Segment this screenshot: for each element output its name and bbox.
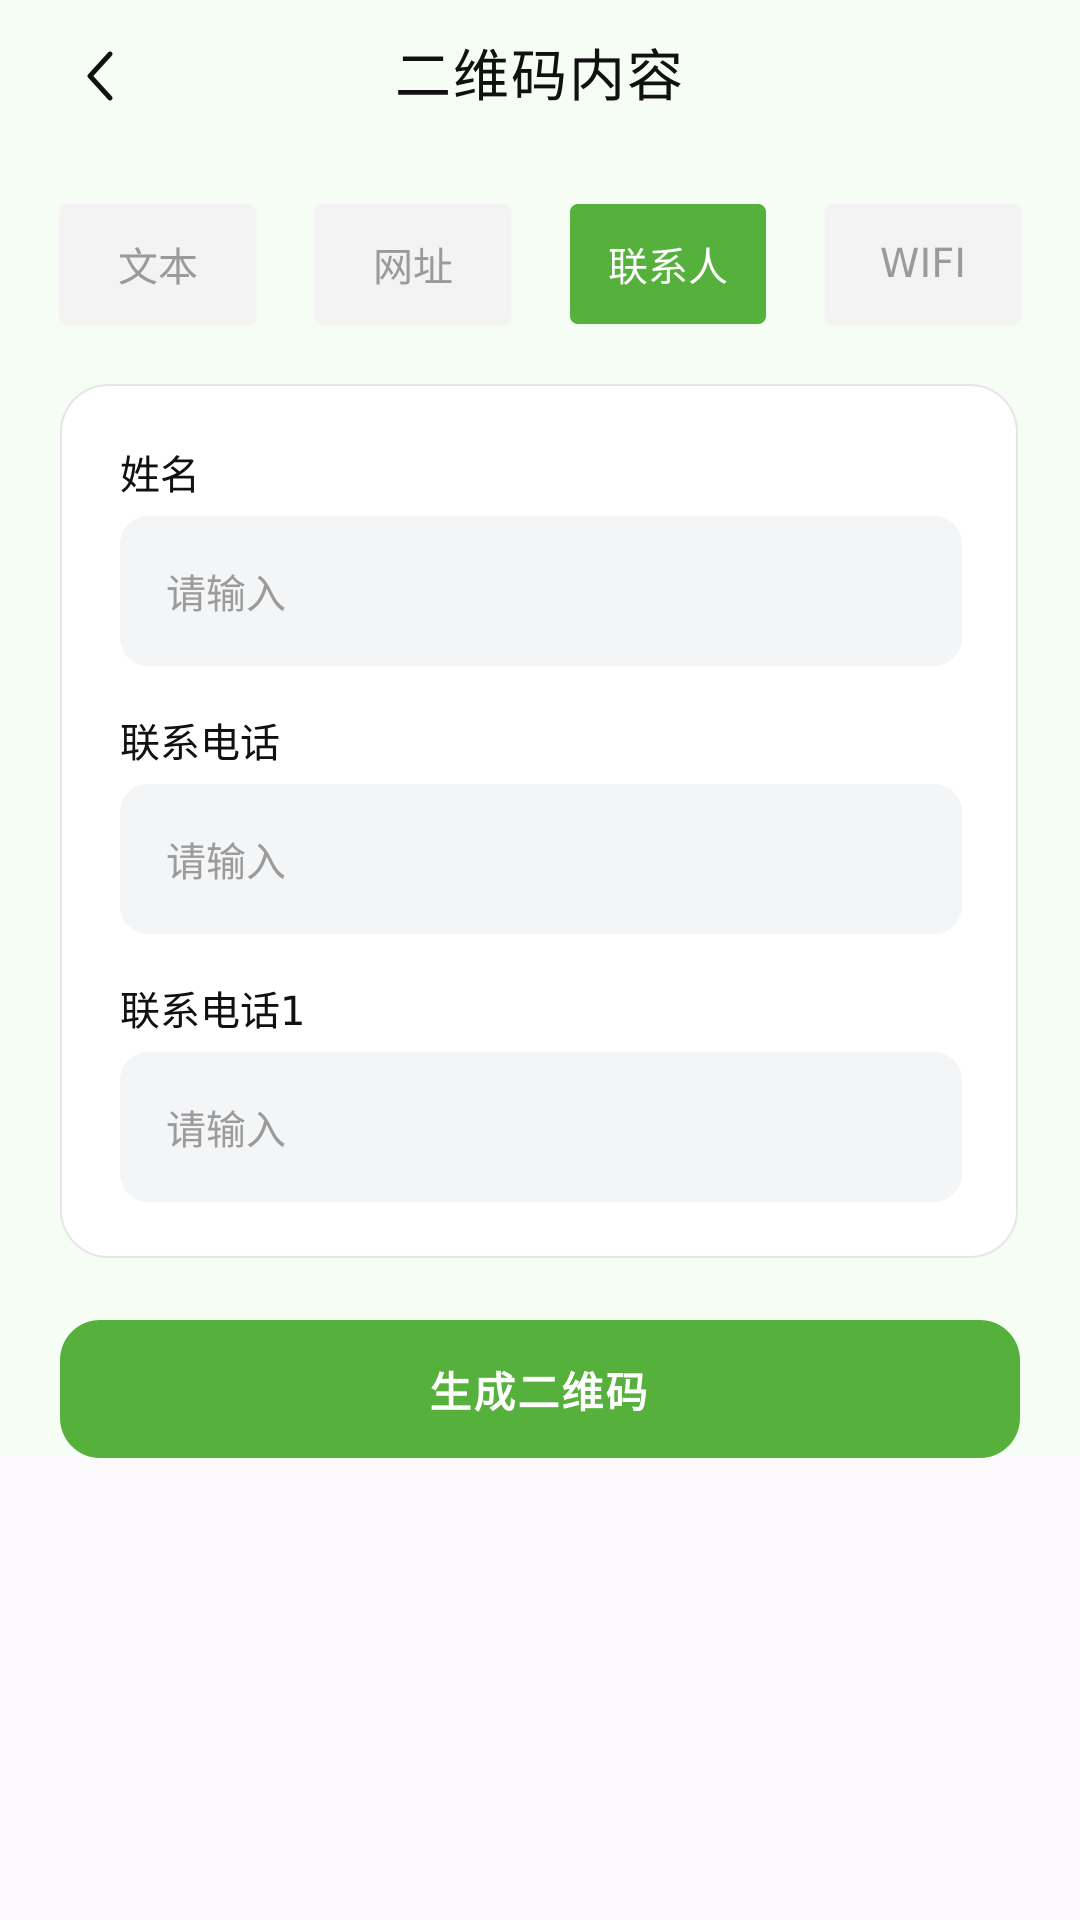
- contact-form-card: 姓名 请输入 联系电话 请输入 联系电话1 请输入: [60, 384, 1018, 1258]
- tab-text[interactable]: 文本: [60, 204, 256, 324]
- name-input-placeholder: 请输入: [166, 572, 286, 618]
- phone-label: 联系电话: [120, 721, 280, 767]
- phone-input[interactable]: 请输入: [120, 784, 962, 934]
- tab-contact[interactable]: 联系人: [570, 204, 766, 324]
- name-label: 姓名: [120, 453, 200, 499]
- type-tabs: 文本 网址 联系人 WIFI: [60, 204, 1021, 324]
- phone1-input-placeholder: 请输入: [166, 1108, 286, 1154]
- phone1-input[interactable]: 请输入: [120, 1052, 962, 1202]
- page-title: 二维码内容: [395, 45, 685, 110]
- tab-wifi[interactable]: WIFI: [825, 204, 1021, 324]
- name-input[interactable]: 请输入: [120, 516, 962, 666]
- tab-url[interactable]: 网址: [315, 204, 511, 324]
- phone-input-placeholder: 请输入: [166, 840, 286, 886]
- generate-qr-button[interactable]: 生成二维码: [60, 1320, 1020, 1458]
- phone1-label: 联系电话1: [120, 989, 306, 1035]
- header: 二维码内容: [0, 0, 1080, 160]
